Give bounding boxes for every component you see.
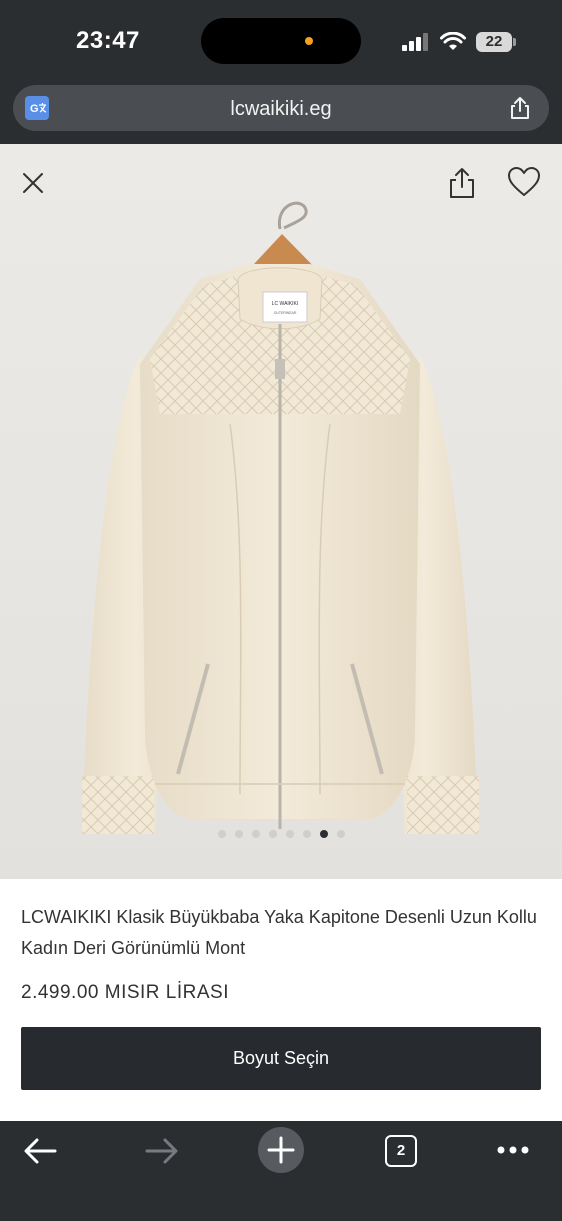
cellular-signal-icon [402, 33, 428, 51]
more-icon[interactable] [496, 1145, 530, 1155]
plus-icon [267, 1136, 295, 1164]
privacy-indicator-icon [305, 37, 313, 45]
product-page: LC WAIKIKI OUTERWEAR LCWAIKIKI Klasik Bü… [0, 144, 562, 1121]
status-icons: 22 [402, 30, 516, 54]
forward-arrow-icon[interactable] [144, 1136, 180, 1166]
gallery-pagination[interactable] [0, 830, 562, 838]
gallery-dot[interactable] [251, 830, 260, 838]
garment-label-sub: OUTERWEAR [274, 311, 297, 315]
new-tab-button[interactable] [258, 1127, 304, 1173]
share-icon[interactable] [507, 95, 533, 121]
close-icon[interactable] [18, 168, 48, 198]
gallery-dot[interactable] [285, 830, 294, 838]
browser-toolbar: 2 [0, 1121, 562, 1221]
heart-icon[interactable] [507, 166, 541, 198]
product-title: LCWAIKIKI Klasik Büyükbaba Yaka Kapitone… [21, 907, 537, 958]
gallery-dot[interactable] [319, 830, 328, 838]
dynamic-island [201, 18, 361, 64]
product-image-gallery[interactable]: LC WAIKIKI OUTERWEAR [0, 144, 562, 879]
product-photo: LC WAIKIKI OUTERWEAR [82, 201, 479, 834]
garment-label-brand: LC WAIKIKI [272, 301, 299, 307]
status-bar: 23:47 22 [0, 0, 562, 82]
gallery-dot[interactable] [234, 830, 243, 838]
status-time: 23:47 [76, 27, 140, 54]
gallery-dot[interactable] [302, 830, 311, 838]
gallery-dot[interactable] [217, 830, 226, 838]
back-arrow-icon[interactable] [22, 1136, 58, 1166]
select-size-button[interactable]: Boyut Seçin [21, 1027, 541, 1090]
url-text[interactable]: lcwaikiki.eg [13, 98, 549, 121]
address-bar[interactable]: G lcwaikiki.eg [13, 85, 549, 131]
product-price: 2.499,00 MISIR LİRASI [21, 982, 229, 998]
gallery-dot[interactable] [336, 830, 345, 838]
gallery-dot[interactable] [268, 830, 277, 838]
tabs-count-button[interactable]: 2 [385, 1135, 417, 1167]
battery-indicator: 22 [476, 32, 516, 52]
wifi-icon [440, 32, 466, 50]
